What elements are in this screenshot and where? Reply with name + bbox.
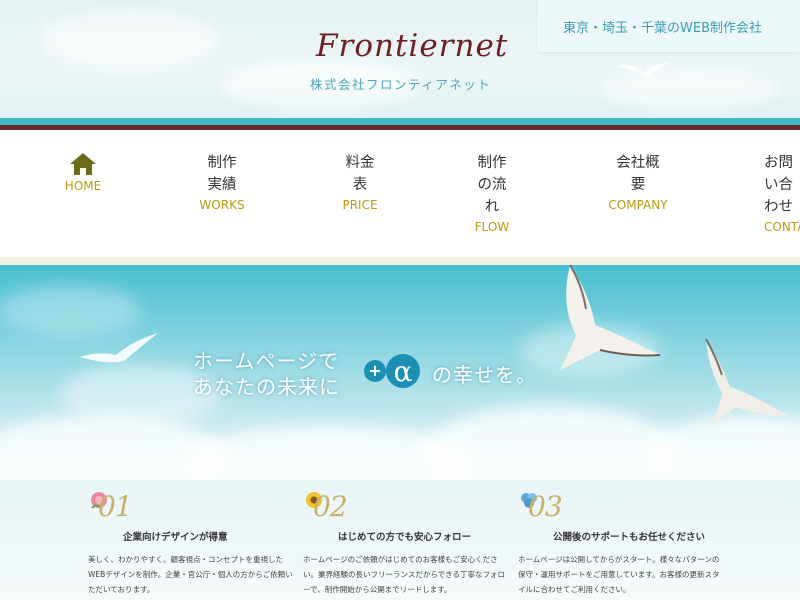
nav-item-jp: お問い合わせ [764,155,793,215]
feature-title: 公開後のサポートもお任せください [553,532,706,543]
nav-item-home[interactable]: HOME [55,152,111,195]
nav-item-flow[interactable]: 制作の流れ FLOW [468,152,516,236]
feature-title: はじめての方でも安心フォロー [338,532,472,543]
feature-description: ホームページは公開してからがスタート。様々なパターンの保守・運用サポートをご用意… [518,555,720,594]
nav-item-jp: 制作実績 [207,155,237,193]
seagull-icon [618,62,670,77]
feature-title: 企業向けデザインが得意 [123,532,228,543]
feature-number: 02 [313,490,348,523]
tagline: 東京・埼玉・千葉のWEB制作会社 [563,21,762,36]
seagull-icon [80,333,158,363]
feature-number: 03 [528,490,563,523]
nav-item-jp: 料金表 [345,155,375,193]
feature-description: 美しく、わかりやすく。顧客視点・コンセプトを重視したWEBデザインを制作。企業・… [88,555,293,594]
hero-copy-line1: ホームページで [193,349,339,373]
home-icon [70,153,96,175]
global-nav: HOME 制作実績 WORKS 料金表 PRICE 制作の流れ FLOW 会社概… [0,130,800,257]
nav-item-en: COMPANY [608,198,668,212]
company-name: 株式会社フロンティアネット [310,77,492,92]
nav-item-jp: 制作の流れ [477,155,507,215]
site-header: Frontiernet 株式会社フロンティアネット 東京・埼玉・千葉のWEB制作… [0,0,800,118]
site-logo[interactable]: Frontiernet [316,28,508,64]
tagline-box: 東京・埼玉・千葉のWEB制作会社 [537,0,800,52]
seagull-icon [560,265,661,370]
seagull-icon [705,338,790,425]
nav-item-company[interactable]: 会社概要 COMPANY [604,152,672,214]
feature-number: 01 [98,490,133,523]
nav-item-en: WORKS [199,198,245,212]
nav-item-works[interactable]: 制作実績 WORKS [196,152,248,214]
nav-item-contact[interactable]: お問い合わせ CONTACT [764,152,800,236]
features-section: 01 企業向けデザインが得意 美しく、わかりやすく。顧客視点・コンセプトを重視し… [0,480,800,600]
plus-alpha-badge: + α [364,354,420,388]
svg-text:α: α [394,355,413,388]
nav-item-jp: 会社概要 [616,155,660,193]
header-stripe-teal [0,118,800,125]
nav-item-price[interactable]: 料金表 PRICE [334,152,386,214]
nav-item-en: HOME [64,179,102,193]
hero-copy-line3: の幸せを。 [432,363,537,387]
hero-banner: ホームページで あなたの未来に + α の幸せを。 [0,265,800,480]
svg-text:+: + [368,361,381,380]
nav-item-en: FLOW [474,220,510,234]
hero-copy-line2: あなたの未来に [193,375,340,399]
nav-item-en: CONTACT [764,220,800,234]
nav-divider [0,257,800,265]
nav-item-en: PRICE [342,198,378,212]
feature-description: ホームページのご依頼がはじめてのお客様もご安心ください。業界経験の長いフリーラン… [303,555,505,594]
